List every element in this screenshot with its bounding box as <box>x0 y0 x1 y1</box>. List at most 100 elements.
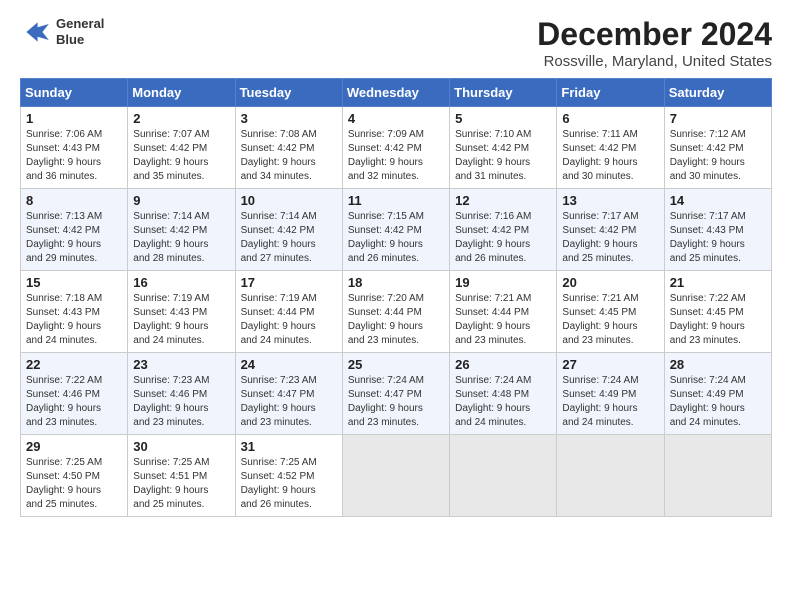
day-cell: 21 Sunrise: 7:22 AM Sunset: 4:45 PM Dayli… <box>664 271 771 353</box>
day-cell: 22Sunrise: 7:22 AM Sunset: 4:46 PM Dayli… <box>21 353 128 435</box>
day-cell: 28 Sunrise: 7:24 AM Sunset: 4:49 PM Dayli… <box>664 353 771 435</box>
weekday-friday: Friday <box>557 79 664 107</box>
day-info: Sunrise: 7:20 AM Sunset: 4:44 PM Dayligh… <box>348 292 444 348</box>
day-number: 27 <box>562 357 658 372</box>
weekday-wednesday: Wednesday <box>342 79 449 107</box>
week-row-3: 15 Sunrise: 7:18 AM Sunset: 4:43 PM Dayli… <box>21 271 772 353</box>
week-row-1: 1 Sunrise: 7:06 AM Sunset: 4:43 PM Daylig… <box>21 107 772 189</box>
day-info: Sunrise: 7:09 AM Sunset: 4:42 PM Dayligh… <box>348 128 444 184</box>
day-number: 20 <box>562 275 658 290</box>
page-header: General Blue December 2024 Rossville, Ma… <box>20 16 772 70</box>
day-info: Sunrise: 7:22 AM Sunset: 4:45 PM Dayligh… <box>670 292 766 348</box>
day-cell: 10 Sunrise: 7:14 AM Sunset: 4:42 PM Dayli… <box>235 189 342 271</box>
calendar-body: 1 Sunrise: 7:06 AM Sunset: 4:43 PM Daylig… <box>21 107 772 517</box>
day-number: 21 <box>670 275 766 290</box>
day-number: 11 <box>348 193 444 208</box>
day-cell: 3 Sunrise: 7:08 AM Sunset: 4:42 PM Daylig… <box>235 107 342 189</box>
day-info: Sunrise: 7:14 AM Sunset: 4:42 PM Dayligh… <box>241 210 337 266</box>
day-info: Sunrise: 7:07 AM Sunset: 4:42 PM Dayligh… <box>133 128 229 184</box>
day-cell: 13 Sunrise: 7:17 AM Sunset: 4:42 PM Dayli… <box>557 189 664 271</box>
weekday-sunday: Sunday <box>21 79 128 107</box>
day-cell: 16 Sunrise: 7:19 AM Sunset: 4:43 PM Dayli… <box>128 271 235 353</box>
day-cell: 9Sunrise: 7:14 AM Sunset: 4:42 PM Daylig… <box>128 189 235 271</box>
day-info: Sunrise: 7:19 AM Sunset: 4:44 PM Dayligh… <box>241 292 337 348</box>
day-cell <box>664 435 771 517</box>
day-number: 12 <box>455 193 551 208</box>
day-cell: 15 Sunrise: 7:18 AM Sunset: 4:43 PM Dayli… <box>21 271 128 353</box>
day-cell: 12 Sunrise: 7:16 AM Sunset: 4:42 PM Dayli… <box>450 189 557 271</box>
day-info: Sunrise: 7:21 AM Sunset: 4:45 PM Dayligh… <box>562 292 658 348</box>
week-row-5: 29 Sunrise: 7:25 AM Sunset: 4:50 PM Dayli… <box>21 435 772 517</box>
day-number: 29 <box>26 439 122 454</box>
day-cell <box>450 435 557 517</box>
logo: General Blue <box>20 16 104 48</box>
day-info: Sunrise: 7:12 AM Sunset: 4:42 PM Dayligh… <box>670 128 766 184</box>
day-number: 2 <box>133 111 229 126</box>
day-number: 10 <box>241 193 337 208</box>
day-number: 1 <box>26 111 122 126</box>
day-cell: 4 Sunrise: 7:09 AM Sunset: 4:42 PM Daylig… <box>342 107 449 189</box>
day-info: Sunrise: 7:17 AM Sunset: 4:42 PM Dayligh… <box>562 210 658 266</box>
logo-icon <box>20 16 52 48</box>
day-info: Sunrise: 7:06 AM Sunset: 4:43 PM Dayligh… <box>26 128 122 184</box>
day-number: 19 <box>455 275 551 290</box>
weekday-saturday: Saturday <box>664 79 771 107</box>
week-row-2: 8Sunrise: 7:13 AM Sunset: 4:42 PM Daylig… <box>21 189 772 271</box>
day-number: 26 <box>455 357 551 372</box>
day-number: 15 <box>26 275 122 290</box>
day-info: Sunrise: 7:16 AM Sunset: 4:42 PM Dayligh… <box>455 210 551 266</box>
day-cell <box>557 435 664 517</box>
day-number: 6 <box>562 111 658 126</box>
day-info: Sunrise: 7:19 AM Sunset: 4:43 PM Dayligh… <box>133 292 229 348</box>
day-cell: 30Sunrise: 7:25 AM Sunset: 4:51 PM Dayli… <box>128 435 235 517</box>
day-cell: 25Sunrise: 7:24 AM Sunset: 4:47 PM Dayli… <box>342 353 449 435</box>
weekday-thursday: Thursday <box>450 79 557 107</box>
day-number: 9 <box>133 193 229 208</box>
week-row-4: 22Sunrise: 7:22 AM Sunset: 4:46 PM Dayli… <box>21 353 772 435</box>
day-info: Sunrise: 7:08 AM Sunset: 4:42 PM Dayligh… <box>241 128 337 184</box>
day-number: 14 <box>670 193 766 208</box>
day-info: Sunrise: 7:11 AM Sunset: 4:42 PM Dayligh… <box>562 128 658 184</box>
day-info: Sunrise: 7:22 AM Sunset: 4:46 PM Dayligh… <box>26 374 122 430</box>
day-number: 7 <box>670 111 766 126</box>
day-cell: 20 Sunrise: 7:21 AM Sunset: 4:45 PM Dayli… <box>557 271 664 353</box>
day-cell: 24 Sunrise: 7:23 AM Sunset: 4:47 PM Dayli… <box>235 353 342 435</box>
day-cell: 7 Sunrise: 7:12 AM Sunset: 4:42 PM Daylig… <box>664 107 771 189</box>
day-number: 3 <box>241 111 337 126</box>
day-number: 5 <box>455 111 551 126</box>
day-cell: 31 Sunrise: 7:25 AM Sunset: 4:52 PM Dayli… <box>235 435 342 517</box>
day-info: Sunrise: 7:23 AM Sunset: 4:47 PM Dayligh… <box>241 374 337 430</box>
day-number: 28 <box>670 357 766 372</box>
day-info: Sunrise: 7:15 AM Sunset: 4:42 PM Dayligh… <box>348 210 444 266</box>
day-number: 30 <box>133 439 229 454</box>
day-number: 24 <box>241 357 337 372</box>
day-number: 17 <box>241 275 337 290</box>
day-info: Sunrise: 7:18 AM Sunset: 4:43 PM Dayligh… <box>26 292 122 348</box>
day-number: 16 <box>133 275 229 290</box>
location: Rossville, Maryland, United States <box>537 53 772 70</box>
day-number: 8 <box>26 193 122 208</box>
day-info: Sunrise: 7:25 AM Sunset: 4:52 PM Dayligh… <box>241 456 337 512</box>
day-number: 13 <box>562 193 658 208</box>
day-info: Sunrise: 7:10 AM Sunset: 4:42 PM Dayligh… <box>455 128 551 184</box>
title-area: December 2024 Rossville, Maryland, Unite… <box>537 16 772 70</box>
day-cell: 11 Sunrise: 7:15 AM Sunset: 4:42 PM Dayli… <box>342 189 449 271</box>
day-info: Sunrise: 7:23 AM Sunset: 4:46 PM Dayligh… <box>133 374 229 430</box>
day-cell: 17 Sunrise: 7:19 AM Sunset: 4:44 PM Dayli… <box>235 271 342 353</box>
day-info: Sunrise: 7:25 AM Sunset: 4:50 PM Dayligh… <box>26 456 122 512</box>
day-cell: 26 Sunrise: 7:24 AM Sunset: 4:48 PM Dayli… <box>450 353 557 435</box>
day-info: Sunrise: 7:24 AM Sunset: 4:49 PM Dayligh… <box>670 374 766 430</box>
day-info: Sunrise: 7:21 AM Sunset: 4:44 PM Dayligh… <box>455 292 551 348</box>
day-number: 31 <box>241 439 337 454</box>
month-title: December 2024 <box>537 16 772 53</box>
day-info: Sunrise: 7:17 AM Sunset: 4:43 PM Dayligh… <box>670 210 766 266</box>
day-info: Sunrise: 7:24 AM Sunset: 4:49 PM Dayligh… <box>562 374 658 430</box>
day-number: 18 <box>348 275 444 290</box>
day-cell: 23Sunrise: 7:23 AM Sunset: 4:46 PM Dayli… <box>128 353 235 435</box>
logo-text: General Blue <box>56 16 104 47</box>
day-cell: 2 Sunrise: 7:07 AM Sunset: 4:42 PM Daylig… <box>128 107 235 189</box>
day-number: 4 <box>348 111 444 126</box>
day-info: Sunrise: 7:24 AM Sunset: 4:48 PM Dayligh… <box>455 374 551 430</box>
day-info: Sunrise: 7:24 AM Sunset: 4:47 PM Dayligh… <box>348 374 444 430</box>
day-cell: 29 Sunrise: 7:25 AM Sunset: 4:50 PM Dayli… <box>21 435 128 517</box>
